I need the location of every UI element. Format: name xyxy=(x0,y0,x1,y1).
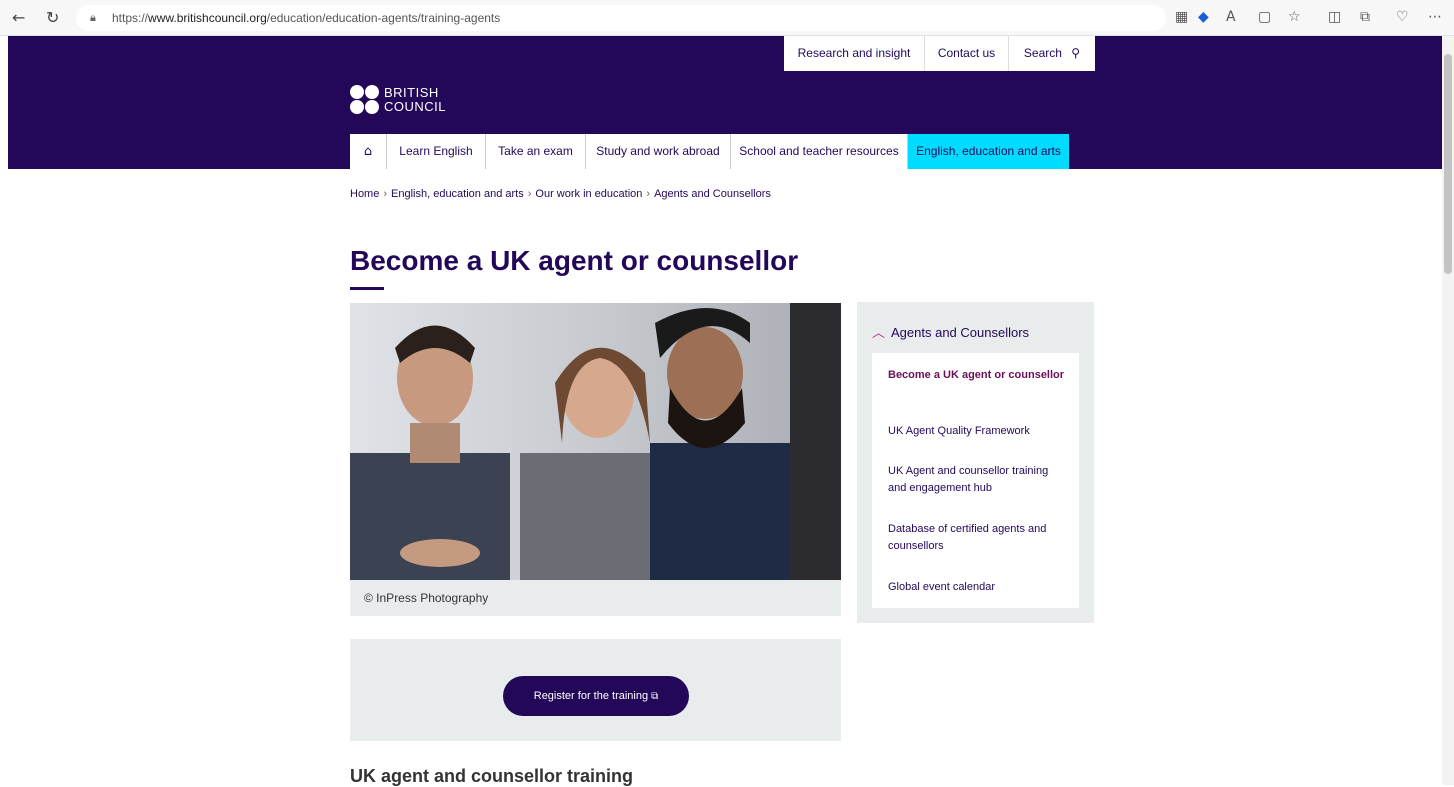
breadcrumb-home[interactable]: Home xyxy=(350,188,379,200)
app-icon[interactable]: ▦ xyxy=(1175,9,1188,25)
chevron-up-icon: ︿ xyxy=(872,326,886,341)
breadcrumb: Home › English, education and arts › Our wor… xyxy=(350,188,771,200)
reader-view-icon[interactable]: ▢ xyxy=(1258,9,1271,25)
sidebar-item-database[interactable]: Database of certified agents and counsel… xyxy=(888,521,1068,555)
title-underline xyxy=(350,287,384,290)
sidebar-item-event-calendar[interactable]: Global event calendar xyxy=(888,579,1068,596)
sidebar-heading[interactable]: ︿ Agents and Counsellors xyxy=(872,322,1029,341)
sidebar-item-training-hub[interactable]: UK Agent and counsellor training and eng… xyxy=(888,463,1068,497)
refresh-icon[interactable]: ↻ xyxy=(46,8,59,27)
search-label: Search xyxy=(1023,46,1062,60)
nav-home[interactable]: ⌂ xyxy=(350,134,387,169)
nav-take-exam[interactable]: Take an exam xyxy=(486,134,586,169)
sidebar-list: Become a UK agent or counsellor UK Agent… xyxy=(872,353,1079,608)
read-aloud-icon[interactable]: A xyxy=(1226,9,1236,25)
nav-learn-english[interactable]: Learn English xyxy=(387,134,486,169)
image-caption: © InPress Photography xyxy=(350,580,841,616)
british-council-logo[interactable]: BRITISH COUNCIL xyxy=(350,85,470,115)
lock-icon: 🔒︎ xyxy=(90,12,96,24)
breadcrumb-work[interactable]: Our work in education xyxy=(535,188,642,200)
favorite-icon[interactable]: ☆ xyxy=(1288,9,1301,25)
logo-dots xyxy=(350,85,380,115)
browser-toolbar: ← ↻ 🔒︎ https://www.britishcouncil.org/ed… xyxy=(0,0,1454,36)
research-link[interactable]: Research and insight xyxy=(784,36,925,71)
back-icon[interactable]: ← xyxy=(12,8,25,27)
external-link-icon: ⧉ xyxy=(651,691,659,702)
sidebar-item-become-agent[interactable]: Become a UK agent or counsellor xyxy=(888,367,1068,384)
home-icon: ⌂ xyxy=(363,144,373,159)
breadcrumb-agents[interactable]: Agents and Counsellors xyxy=(654,188,771,200)
address-bar[interactable]: 🔒︎ https://www.britishcouncil.org/educat… xyxy=(76,5,1166,31)
search-button[interactable]: Search ⚲ xyxy=(1009,36,1095,71)
section-title: UK agent and counsellor training xyxy=(350,766,634,786)
logo-wordmark: BRITISH COUNCIL xyxy=(384,85,447,114)
nav-english-education-arts[interactable]: English, education and arts xyxy=(908,134,1069,169)
split-screen-icon[interactable]: ◫ xyxy=(1328,9,1341,25)
register-training-button[interactable]: Register for the training ⧉ xyxy=(503,676,689,716)
nav-school-resources[interactable]: School and teacher resources xyxy=(731,134,908,169)
collections-icon[interactable]: ⧉ xyxy=(1360,9,1370,25)
extensions-icon[interactable]: ♡ xyxy=(1396,9,1409,25)
scroll-thumb[interactable] xyxy=(1444,54,1452,274)
nav-study-abroad[interactable]: Study and work abroad xyxy=(586,134,731,169)
search-icon: ⚲ xyxy=(1071,46,1081,60)
page-title: Become a UK agent or counsellor xyxy=(350,245,799,276)
more-icon[interactable]: ⋯ xyxy=(1428,9,1442,25)
breadcrumb-arts[interactable]: English, education and arts xyxy=(391,188,524,200)
hero-photo xyxy=(350,303,841,580)
people-meeting-image xyxy=(350,303,841,580)
contact-link[interactable]: Contact us xyxy=(925,36,1009,71)
sidebar-item-quality-framework[interactable]: UK Agent Quality Framework xyxy=(888,423,1068,440)
tag-icon[interactable]: ◆ xyxy=(1198,9,1209,25)
